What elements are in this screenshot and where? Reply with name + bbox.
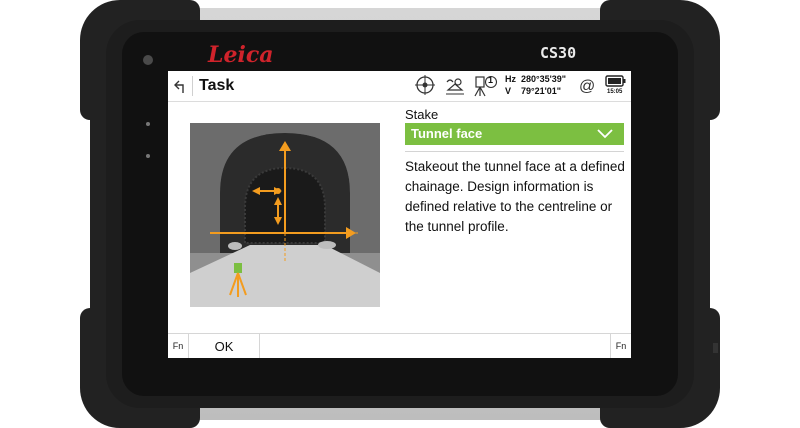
stake-label: Stake (405, 107, 439, 122)
softkey-bar: Fn OK Fn (168, 333, 631, 358)
model-name: CS30 (540, 44, 577, 62)
back-arrow-icon (174, 80, 184, 93)
divider (405, 151, 624, 152)
stake-type-dropdown[interactable]: Tunnel face (405, 123, 624, 145)
side-button[interactable] (713, 343, 718, 353)
fn-left-button[interactable]: Fn (168, 334, 189, 358)
battery-icon (605, 75, 626, 87)
title-bar: Task 1 Hz 280°35'39" V 79°21'01" @ 15:05 (168, 71, 631, 102)
fn-right-button[interactable]: Fn (610, 334, 631, 358)
back-button[interactable] (172, 76, 193, 96)
page-title: Task (199, 77, 235, 94)
target-search-icon[interactable] (414, 74, 436, 98)
indicator-led (146, 154, 150, 158)
svg-text:@: @ (579, 78, 595, 95)
stake-type-value: Tunnel face (411, 126, 483, 141)
camera-icon (143, 55, 153, 65)
tunnel-face-illustration (190, 123, 380, 307)
chevron-down-icon (597, 129, 613, 139)
ok-button[interactable]: OK (189, 334, 260, 358)
hz-angle: Hz 280°35'39" (505, 74, 567, 84)
total-station-icon[interactable] (472, 74, 498, 98)
brand-logo: Leica (208, 42, 274, 68)
prism-badge: 1 (488, 75, 494, 85)
v-angle: V 79°21'01" (505, 86, 562, 96)
screen: Task 1 Hz 280°35'39" V 79°21'01" @ 15:05… (168, 71, 631, 358)
description-text: Stakeout the tunnel face at a defined ch… (405, 159, 625, 234)
at-sign-icon[interactable]: @ (578, 74, 596, 98)
clock: 15:05 (607, 89, 623, 95)
prism-type-icon[interactable] (444, 74, 466, 98)
indicator-led (146, 122, 150, 126)
